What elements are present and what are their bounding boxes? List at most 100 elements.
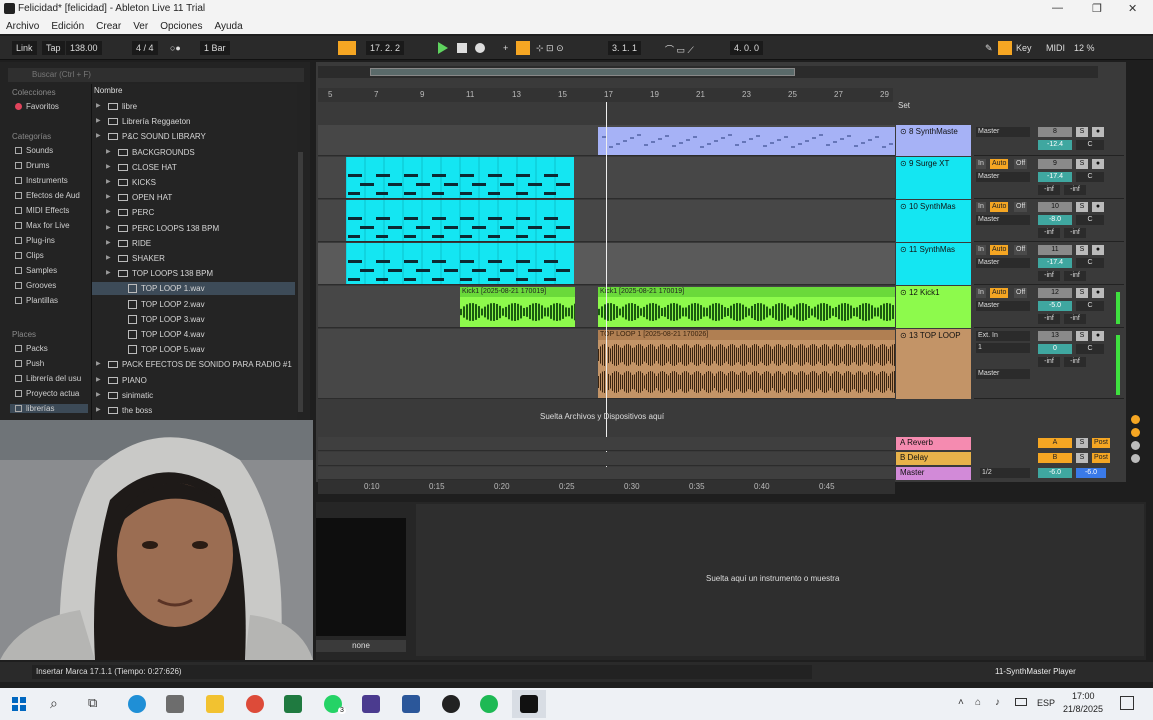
- browser-folder-item[interactable]: ▶ libre: [92, 100, 295, 113]
- solo-button[interactable]: S: [1076, 438, 1088, 448]
- chrome-icon[interactable]: [246, 695, 264, 713]
- volume-field[interactable]: -17.4: [1038, 172, 1072, 182]
- monitor-auto-button[interactable]: Auto: [990, 288, 1009, 298]
- browser-folder-item[interactable]: ▶ BACKGROUNDS: [92, 146, 295, 159]
- monitor-in-button[interactable]: In: [976, 288, 986, 298]
- track-name[interactable]: 12 Kick1: [909, 288, 940, 297]
- track-header[interactable]: ⊙ 9 Surge XT: [896, 157, 971, 199]
- track-fold-icon[interactable]: ⊙: [900, 127, 909, 136]
- solo-button[interactable]: S: [1076, 127, 1088, 137]
- word-icon[interactable]: [402, 695, 420, 713]
- browser-folder-item[interactable]: ▶ PERC LOOPS 138 BPM: [92, 222, 295, 235]
- disclosure-triangle-icon[interactable]: ▶: [96, 358, 104, 371]
- sidebar-category-item[interactable]: MIDI Effects: [15, 206, 69, 215]
- solo-button[interactable]: S: [1076, 245, 1088, 255]
- master-lane[interactable]: [318, 467, 895, 480]
- track-activator-number[interactable]: 8: [1038, 127, 1072, 137]
- menu-item[interactable]: Edición: [51, 21, 84, 32]
- disclosure-triangle-icon[interactable]: ▶: [106, 161, 114, 174]
- store-icon[interactable]: [166, 695, 184, 713]
- disclosure-triangle-icon[interactable]: ▶: [106, 237, 114, 250]
- track-name[interactable]: 11 SynthMas: [909, 245, 955, 254]
- send-a-field[interactable]: -inf: [1038, 185, 1060, 195]
- solo-button[interactable]: S: [1076, 202, 1088, 212]
- input-type-select[interactable]: Ext. In: [976, 331, 1030, 341]
- disclosure-triangle-icon[interactable]: ▶: [96, 374, 104, 387]
- link-button[interactable]: Link: [12, 41, 37, 55]
- browser-file-item[interactable]: TOP LOOP 5.wav: [92, 343, 295, 356]
- pan-field[interactable]: C: [1076, 140, 1104, 150]
- close-button[interactable]: ✕: [1128, 2, 1137, 15]
- follow-button[interactable]: [338, 41, 356, 55]
- browser-folder-item[interactable]: ▶ OPEN HAT: [92, 191, 295, 204]
- solo-button[interactable]: S: [1076, 331, 1088, 341]
- volume-field[interactable]: -12.4: [1038, 140, 1072, 150]
- browser-file-item[interactable]: TOP LOOP 2.wav: [92, 298, 295, 311]
- time-ruler[interactable]: 0:10 0:15 0:20 0:25 0:30 0:35 0:40 0:45: [318, 480, 895, 494]
- sidebar-category-item[interactable]: Plug-ins: [15, 236, 55, 245]
- browser-folder-item[interactable]: ▶ PIANO: [92, 374, 295, 387]
- automation-arm-button[interactable]: [516, 41, 530, 55]
- return-track-name[interactable]: B Delay: [900, 453, 928, 462]
- output-routing-select[interactable]: Master: [976, 215, 1030, 225]
- loop-length-field[interactable]: 4. 0. 0: [730, 41, 764, 55]
- arrangement-overview[interactable]: [318, 66, 1098, 78]
- monitor-in-button[interactable]: In: [976, 159, 986, 169]
- track-name[interactable]: 13 TOP LOOP: [909, 331, 961, 340]
- battery-icon[interactable]: [1015, 698, 1027, 706]
- track-activator-number[interactable]: 12: [1038, 288, 1072, 298]
- kick-audio-clip-a[interactable]: Kick1 [2025-08-21 170019]: [460, 287, 575, 327]
- disclosure-triangle-icon[interactable]: ▶: [106, 222, 114, 235]
- track-header[interactable]: ⊙ 13 TOP LOOP: [896, 329, 971, 399]
- sidebar-place-item[interactable]: Packs: [15, 344, 48, 353]
- disclosure-triangle-icon[interactable]: ▶: [96, 404, 104, 417]
- track-header[interactable]: ⊙ 8 SynthMaste: [896, 125, 971, 156]
- sidebar-favorites[interactable]: Favoritos: [15, 102, 59, 111]
- sidebar-category-item[interactable]: Clips: [15, 251, 44, 260]
- kick-audio-clip-b[interactable]: Kick1 [2025-08-21 170019]: [598, 287, 895, 327]
- arm-button[interactable]: ●: [1092, 127, 1104, 137]
- send-a-field[interactable]: -inf: [1038, 228, 1060, 238]
- arm-button[interactable]: ●: [1092, 288, 1104, 298]
- cue-out-select[interactable]: 1/2: [980, 468, 1030, 478]
- sidebar-category-item[interactable]: Grooves: [15, 281, 56, 290]
- send-b-field[interactable]: -inf: [1064, 185, 1086, 195]
- spotify-icon[interactable]: [480, 695, 498, 713]
- pan-field[interactable]: C: [1076, 344, 1104, 354]
- overview-view-box[interactable]: [370, 68, 795, 76]
- pan-field[interactable]: C: [1076, 301, 1104, 311]
- arm-button[interactable]: ●: [1092, 245, 1104, 255]
- return-track-header[interactable]: B Delay: [896, 452, 971, 465]
- master-track-header[interactable]: Master: [896, 467, 971, 480]
- send-a-field[interactable]: -inf: [1038, 271, 1060, 281]
- output-routing-select[interactable]: Master: [976, 301, 1030, 311]
- network-icon[interactable]: ⌂: [975, 697, 981, 708]
- ableton-live-icon[interactable]: [520, 695, 538, 713]
- browser-file-item[interactable]: TOP LOOP 4.wav: [92, 328, 295, 341]
- track-header[interactable]: ⊙ 10 SynthMas: [896, 200, 971, 242]
- language-indicator[interactable]: ESP: [1037, 698, 1055, 708]
- disclosure-triangle-icon[interactable]: ▶: [106, 267, 114, 280]
- solo-button[interactable]: S: [1076, 288, 1088, 298]
- send-b-field[interactable]: -inf: [1064, 357, 1086, 367]
- clock-date[interactable]: 21/8/2025: [1063, 704, 1103, 714]
- sidebar-category-item[interactable]: Samples: [15, 266, 57, 275]
- edge-icon[interactable]: [128, 695, 146, 713]
- send-b-field[interactable]: -inf: [1064, 314, 1086, 324]
- obs-icon[interactable]: [442, 695, 460, 713]
- sidebar-category-item[interactable]: Plantillas: [15, 296, 58, 305]
- sidebar-category-item[interactable]: Instruments: [15, 176, 68, 185]
- side-button-icon[interactable]: [1131, 441, 1140, 450]
- top-loop-audio-clip[interactable]: TOP LOOP 1 [2025-08-21 170026]: [598, 330, 895, 398]
- disclosure-triangle-icon[interactable]: ▶: [106, 206, 114, 219]
- volume-field[interactable]: -8.0: [1038, 215, 1072, 225]
- sidebar-place-item[interactable]: Push: [15, 359, 44, 368]
- capcut-icon[interactable]: [362, 695, 380, 713]
- sidebar-category-item[interactable]: Max for Live: [15, 221, 70, 230]
- browser-search-input[interactable]: Buscar (Ctrl + F): [8, 68, 304, 82]
- tempo-field[interactable]: 138.00: [66, 41, 102, 55]
- search-icon[interactable]: ⌕: [50, 695, 58, 712]
- pan-field[interactable]: C: [1076, 215, 1104, 225]
- output-routing-select[interactable]: Master: [976, 127, 1030, 137]
- monitor-off-button[interactable]: Off: [1014, 288, 1028, 298]
